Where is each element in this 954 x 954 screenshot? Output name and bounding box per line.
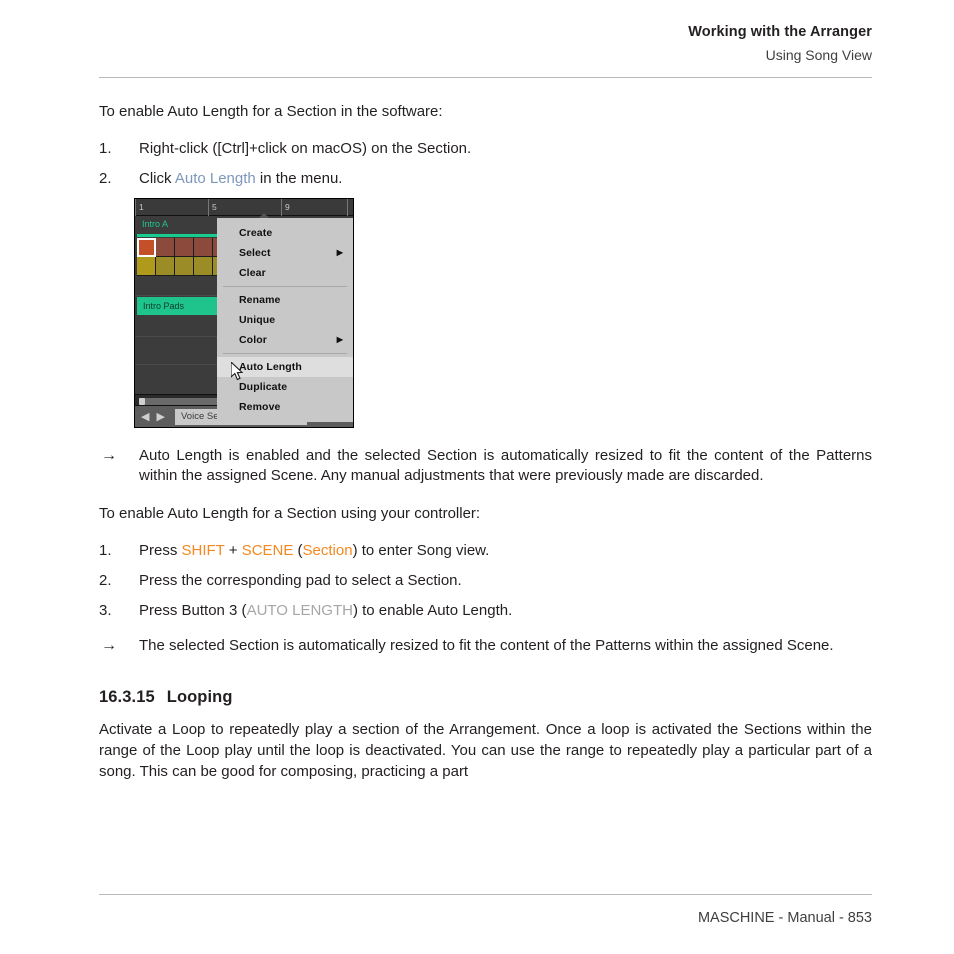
- menu-item-label: Color: [239, 334, 267, 346]
- chevron-right-icon: ▶: [336, 335, 343, 344]
- step-text: +: [224, 542, 242, 559]
- software-steps-list: 1. Right-click ([Ctrl]+click on macOS) on…: [99, 138, 872, 189]
- list-item: 1. Press SHIFT + SCENE (Section) to enter…: [99, 540, 872, 561]
- document-page: Working with the Arranger Using Song Vie…: [0, 0, 954, 954]
- clip[interactable]: [156, 238, 175, 257]
- menu-item-label: Duplicate: [239, 381, 288, 393]
- list-item: 2. Click Auto Length in the menu.: [99, 168, 872, 189]
- ruler-tick: 5: [208, 199, 217, 216]
- result-text: Auto Length is enabled and the selected …: [139, 447, 872, 484]
- list-item: 3. Press Button 3 (AUTO LENGTH) to enable…: [99, 600, 872, 621]
- ruler-tick: 9: [281, 199, 290, 216]
- menu-item-label: Create: [239, 227, 273, 239]
- menu-item-label: Unique: [239, 314, 276, 326]
- list-item: 1. Right-click ([Ctrl]+click on macOS) on…: [99, 138, 872, 159]
- menu-item-create[interactable]: Create: [217, 223, 353, 243]
- ruler-tick: 1: [135, 199, 144, 216]
- step-number: 1.: [99, 542, 112, 559]
- scrollbar-thumb-handle[interactable]: [139, 398, 145, 405]
- key-auto-length: AUTO LENGTH: [246, 602, 353, 619]
- step-number: 2.: [99, 572, 112, 589]
- step-text-pre: Click: [139, 170, 175, 187]
- section-number: 16.3.15: [99, 688, 155, 706]
- step-text: Right-click ([Ctrl]+click on macOS) on t…: [139, 140, 472, 157]
- menu-item-clear[interactable]: Clear: [217, 263, 353, 283]
- result-text: The selected Section is automatically re…: [139, 637, 834, 654]
- key-section: Section: [302, 542, 353, 559]
- menu-item-label: Remove: [239, 401, 281, 413]
- clip[interactable]: [175, 257, 194, 276]
- context-menu[interactable]: Create Select ▶ Clear Rename Unique Colo…: [217, 213, 353, 422]
- page-content: To enable Auto Length for a Section in t…: [99, 101, 872, 782]
- menu-separator: [223, 353, 347, 354]
- section-name-label: Intro A: [142, 219, 169, 229]
- menu-item-color[interactable]: Color ▶: [217, 330, 353, 350]
- menu-separator: [223, 286, 347, 287]
- timeline-ruler[interactable]: 1 5 9: [135, 199, 353, 216]
- controller-steps-list: 1. Press SHIFT + SCENE (Section) to enter…: [99, 540, 872, 621]
- clip[interactable]: [194, 257, 213, 276]
- menu-item-label: Rename: [239, 294, 281, 306]
- menu-item-unique[interactable]: Unique: [217, 310, 353, 330]
- nav-arrows-icon[interactable]: ◀ ▶: [141, 410, 167, 424]
- section-paragraph: Activate a Loop to repeatedly play a sec…: [99, 721, 872, 780]
- header-title: Working with the Arranger: [688, 24, 872, 40]
- step-number: 2.: [99, 170, 112, 187]
- result-selected-section-resized: → The selected Section is automatically r…: [99, 636, 872, 656]
- section-title: Looping: [166, 688, 233, 706]
- clip[interactable]: [175, 238, 194, 257]
- step-text: ) to enable Auto Length.: [352, 602, 513, 619]
- auto-length-link[interactable]: Auto Length: [175, 170, 256, 187]
- ruler-tick: [347, 199, 351, 216]
- header-subtitle: Using Song View: [765, 47, 872, 63]
- header-divider: [99, 77, 872, 78]
- clip[interactable]: [156, 257, 175, 276]
- step-number: 3.: [99, 602, 112, 619]
- clip[interactable]: [137, 257, 156, 276]
- clip[interactable]: [194, 238, 213, 257]
- chevron-right-icon: ▶: [336, 248, 343, 257]
- step-text: (: [293, 542, 303, 559]
- mouse-cursor-icon: [230, 360, 245, 387]
- menu-item-rename[interactable]: Rename: [217, 290, 353, 310]
- result-auto-length-enabled: → Auto Length is enabled and the selected…: [99, 446, 872, 486]
- maschine-screenshot-figure: 1 5 9 Intro A Intro Pads ◀ ▶ Voice Creat…: [134, 198, 354, 428]
- arrow-icon: →: [101, 447, 117, 464]
- step-text: Press the corresponding pad to select a …: [139, 572, 462, 589]
- intro-software: To enable Auto Length for a Section in t…: [99, 103, 443, 120]
- step-text: ) to enter Song view.: [352, 542, 490, 559]
- clip-selected[interactable]: [137, 238, 156, 257]
- arrow-icon: →: [101, 637, 117, 654]
- page-footer: MASCHINE - Manual - 853: [697, 910, 872, 926]
- menu-item-remove[interactable]: Remove: [217, 397, 353, 417]
- menu-item-label: Clear: [239, 267, 266, 279]
- menu-item-label: Auto Length: [239, 361, 302, 373]
- intro-controller: To enable Auto Length for a Section usin…: [99, 505, 481, 522]
- menu-item-select[interactable]: Select ▶: [217, 243, 353, 263]
- page-title: 16.3.15 Looping: [99, 688, 872, 707]
- page-header: Working with the Arranger Using Song Vie…: [99, 22, 872, 66]
- step-text-post: in the menu.: [255, 170, 343, 187]
- list-item: 2. Press the corresponding pad to select …: [99, 570, 872, 591]
- key-shift: SHIFT: [181, 542, 225, 559]
- key-scene: SCENE: [241, 542, 294, 559]
- menu-item-label: Select: [239, 247, 271, 259]
- step-number: 1.: [99, 140, 112, 157]
- footer-divider: [99, 894, 872, 895]
- step-text: Press: [139, 542, 182, 559]
- menu-pointer-notch: [259, 213, 269, 218]
- step-text: Press Button 3 (: [139, 602, 247, 619]
